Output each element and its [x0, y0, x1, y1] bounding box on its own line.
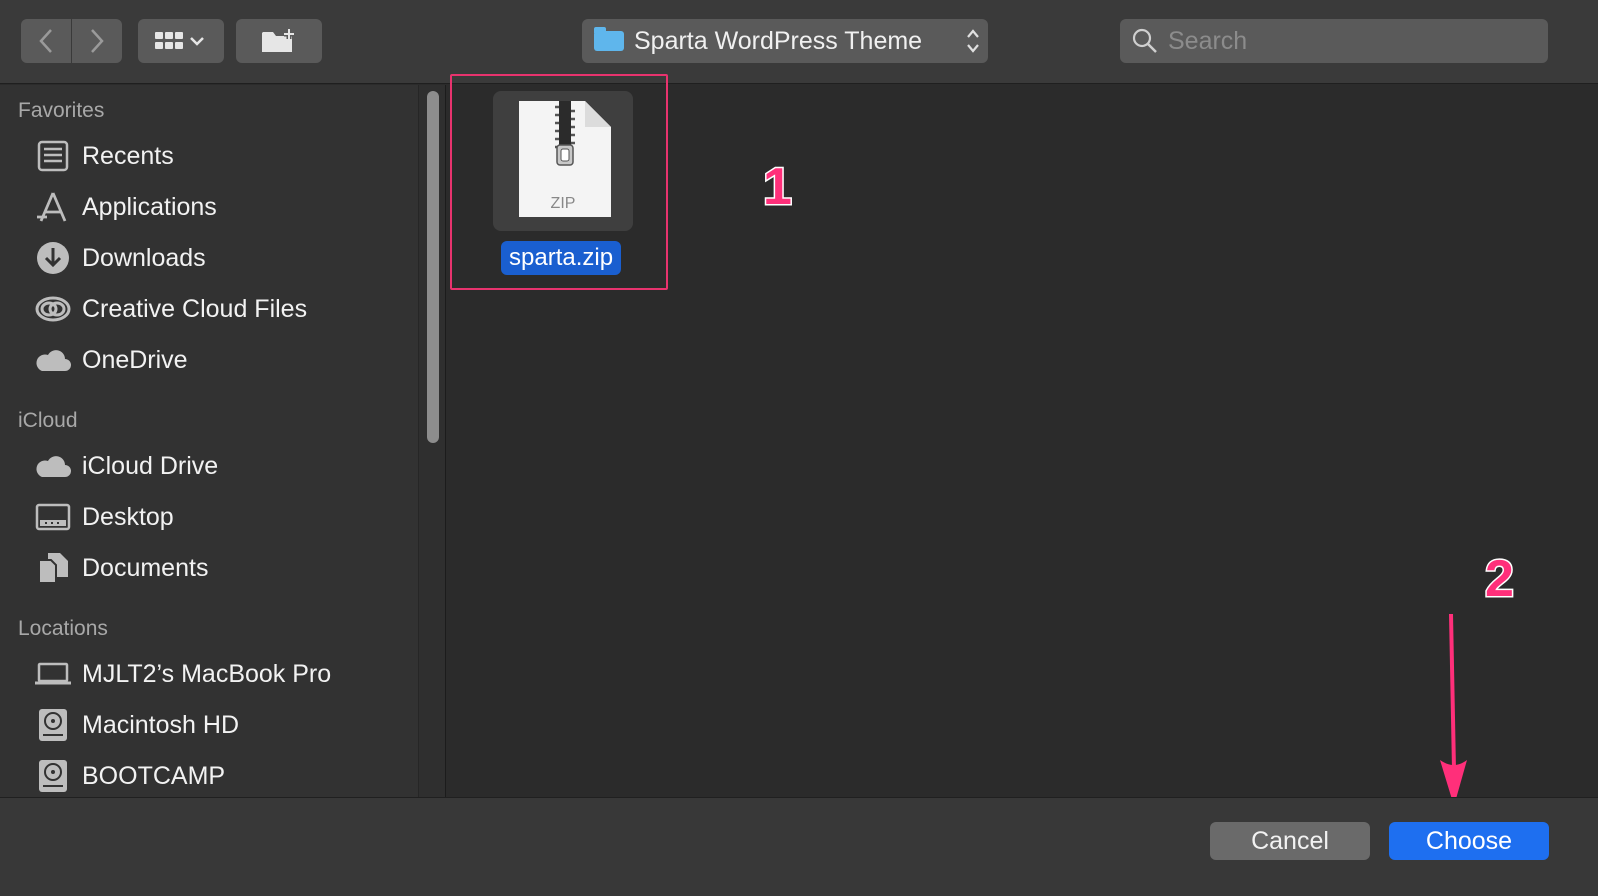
location-popup[interactable]: Sparta WordPress Theme [582, 19, 988, 63]
sidebar-item-bootcamp[interactable]: BOOTCAMP [34, 755, 404, 797]
sidebar: Favorites Recents Applications Downloads… [0, 85, 418, 797]
chevron-left-icon [39, 29, 52, 53]
sidebar-item-recents[interactable]: Recents [34, 135, 404, 177]
grid-view-icon [155, 32, 204, 49]
choose-button[interactable]: Choose [1389, 822, 1549, 860]
chevron-right-icon [91, 29, 104, 53]
search-icon [1132, 28, 1157, 53]
folder-icon [594, 27, 624, 51]
sidebar-item-label: Creative Cloud Files [82, 294, 308, 323]
documents-icon [34, 550, 72, 586]
sidebar-item-label: MJLT2’s MacBook Pro [82, 659, 332, 688]
section-title-locations: Locations [18, 617, 108, 640]
cloud-icon [34, 342, 72, 378]
location-label: Sparta WordPress Theme [634, 26, 923, 55]
sidebar-item-label: BOOTCAMP [82, 761, 226, 790]
forward-button[interactable] [72, 19, 122, 63]
sidebar-item-label: Recents [82, 141, 174, 170]
sidebar-item-applications[interactable]: Applications [34, 186, 404, 228]
sidebar-item-desktop[interactable]: Desktop [34, 496, 404, 538]
file-item-sparta-zip[interactable]: ZIP sparta.zip [493, 91, 633, 275]
sidebar-item-label: Macintosh HD [82, 710, 239, 739]
creative-cloud-icon [34, 291, 72, 327]
new-folder-button[interactable] [236, 19, 322, 63]
applications-icon [34, 189, 72, 225]
file-name-label[interactable]: sparta.zip [501, 241, 622, 275]
search-input[interactable] [1168, 26, 1548, 56]
toolbar: Sparta WordPress Theme [0, 0, 1598, 84]
sidebar-item-creative-cloud-files[interactable]: Creative Cloud Files [34, 288, 404, 330]
annotation-step-1: 1 [762, 157, 794, 218]
new-folder-icon [262, 29, 294, 52]
sidebar-item-label: Desktop [82, 502, 174, 531]
sidebar-item-onedrive[interactable]: OneDrive [34, 339, 404, 381]
downloads-icon [34, 240, 72, 276]
file-type-label: ZIP [550, 195, 576, 212]
file-browser: ZIP sparta.zip 1 2 [447, 74, 1598, 806]
sidebar-item-label: Applications [82, 192, 217, 221]
sidebar-item-label: OneDrive [82, 345, 188, 374]
sidebar-item-documents[interactable]: Documents [34, 547, 404, 589]
recents-icon [34, 138, 72, 174]
search-field[interactable] [1120, 19, 1548, 63]
section-title-icloud: iCloud [18, 409, 78, 432]
annotation-step-2: 2 [1484, 549, 1516, 610]
sidebar-item-label: Documents [82, 553, 209, 582]
hard-disk-icon [34, 707, 72, 743]
file-thumbnail: ZIP [493, 91, 633, 231]
back-button[interactable] [21, 19, 71, 63]
cancel-button[interactable]: Cancel [1210, 822, 1370, 860]
view-options-button[interactable] [138, 19, 224, 63]
sidebar-item-label: iCloud Drive [82, 451, 219, 480]
scrollbar-thumb[interactable] [427, 91, 439, 443]
sidebar-scrollbar[interactable] [418, 85, 446, 797]
dialog-footer: Cancel Choose [0, 797, 1598, 896]
hard-disk-icon [34, 758, 72, 794]
desktop-icon [34, 499, 72, 535]
section-title-favorites: Favorites [18, 99, 105, 122]
laptop-icon [34, 656, 72, 692]
up-down-arrows-icon [958, 26, 988, 56]
sidebar-item-icloud-drive[interactable]: iCloud Drive [34, 445, 404, 487]
sidebar-item-macbook-pro[interactable]: MJLT2’s MacBook Pro [34, 653, 404, 695]
sidebar-item-label: Downloads [82, 243, 206, 272]
sidebar-item-macintosh-hd[interactable]: Macintosh HD [34, 704, 404, 746]
annotation-arrow [1440, 613, 1467, 806]
sidebar-item-downloads[interactable]: Downloads [34, 237, 404, 279]
icloud-icon [34, 448, 72, 484]
